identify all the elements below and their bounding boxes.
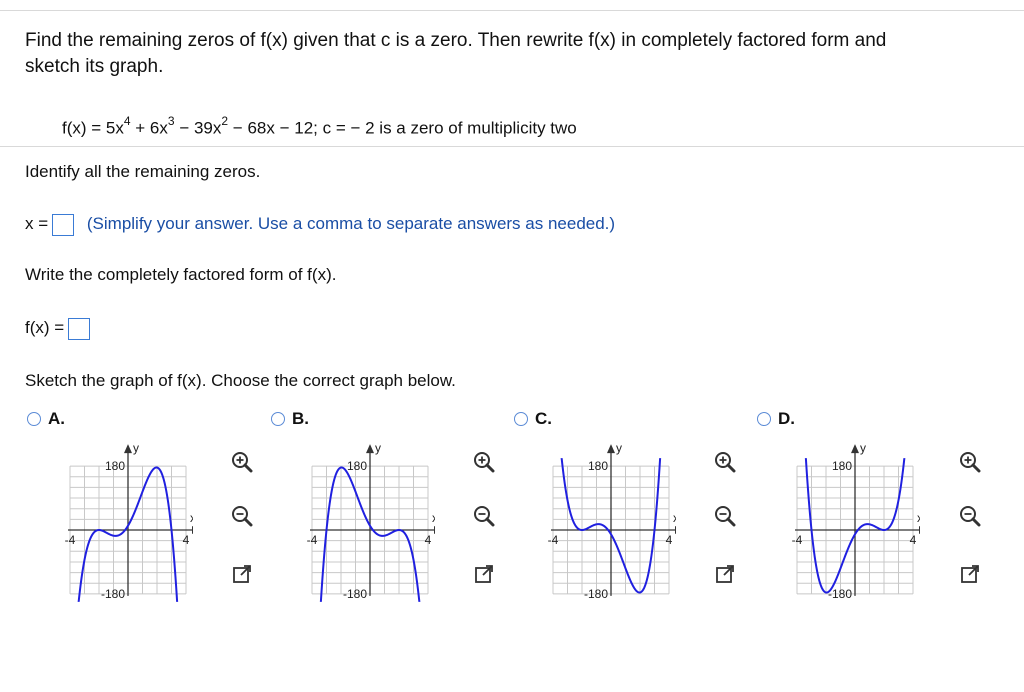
graph-d: yx180-180-4 4 (792, 442, 920, 601)
part1-prompt: Identify all the remaining zeros. (25, 162, 261, 181)
x-axis-arrow (192, 526, 193, 534)
part2-prompt: Write the completely factored form of f(… (25, 265, 337, 284)
x-axis-arrow (675, 526, 676, 534)
x-tick-label-right: 4 (666, 533, 673, 547)
x-axis-arrow (434, 526, 435, 534)
d-zoom-in-icon[interactable] (959, 451, 981, 473)
x-axis-label: x (917, 511, 920, 525)
x-axis-arrow (919, 526, 920, 534)
x-tick-label-right: 4 (183, 533, 190, 547)
option-c[interactable]: C. (514, 409, 552, 429)
x-tick-label-left: -4 (65, 533, 76, 547)
graph-a: y x 180 -180 -4 4 (65, 442, 193, 602)
c-zoom-in-icon[interactable] (714, 451, 736, 473)
x-axis-label: x (190, 511, 193, 525)
y-tick-label-top: 180 (588, 459, 608, 473)
y-axis-arrow (851, 444, 859, 454)
factored-label: f(x) = (25, 318, 65, 337)
x-axis-label: x (432, 511, 435, 525)
x-tick-label-left: -4 (548, 533, 559, 547)
d-zoom-out-icon[interactable] (959, 505, 981, 527)
factored-answer-row: f(x) = (25, 316, 91, 340)
y-tick-label-bottom: -180 (101, 587, 125, 601)
y-tick-label-top: 180 (105, 459, 125, 473)
y-tick-label-top: 180 (832, 459, 852, 473)
option-b-radio[interactable] (271, 412, 285, 426)
y-tick-label-bottom: -180 (343, 587, 367, 601)
c-zoom-out-icon[interactable] (714, 505, 736, 527)
mid-divider (0, 146, 1024, 147)
top-divider (0, 10, 1024, 11)
b-zoom-in-icon[interactable] (473, 451, 495, 473)
y-axis-arrow (366, 444, 374, 454)
a-popout-icon[interactable] (231, 563, 253, 585)
b-zoom-out-icon[interactable] (473, 505, 495, 527)
function-definition: f(x) = 5x4 + 6x3 − 39x2 − 68x − 12; c = … (62, 114, 577, 138)
y-axis-label: y (133, 442, 139, 455)
zeros-hint: (Simplify your answer. Use a comma to se… (86, 214, 616, 233)
y-axis-arrow (124, 444, 132, 454)
a-zoom-in-icon[interactable] (231, 451, 253, 473)
y-tick-label-top: 180 (347, 459, 367, 473)
option-d-radio[interactable] (757, 412, 771, 426)
option-c-radio[interactable] (514, 412, 528, 426)
graph-c: y x 180 -180 -4 4 (548, 442, 676, 601)
x-tick-label-right: 4 (910, 533, 917, 547)
zeros-answer-row: x = (Simplify your answer. Use a comma t… (25, 212, 615, 236)
x-tick-label-left: -4 (307, 533, 318, 547)
option-d[interactable]: D. (757, 409, 795, 429)
x-tick-label-right: 4 (425, 533, 432, 547)
option-a[interactable]: A. (27, 409, 65, 429)
zeros-label: x = (25, 214, 49, 233)
option-a-radio[interactable] (27, 412, 41, 426)
question-line1: Find the remaining zeros of f(x) given t… (25, 30, 887, 51)
d-popout-icon[interactable] (959, 563, 981, 585)
y-axis-arrow (607, 444, 615, 454)
b-popout-icon[interactable] (473, 563, 495, 585)
graph-b: y x 180 -180 -4 4 (307, 442, 435, 602)
y-axis-label: y (375, 442, 381, 455)
x-tick-label-left: -4 (792, 533, 803, 547)
y-axis-label: y (616, 442, 622, 455)
y-axis-label: y (860, 442, 866, 455)
c-popout-icon[interactable] (714, 563, 736, 585)
x-axis-label: x (673, 511, 676, 525)
a-zoom-out-icon[interactable] (231, 505, 253, 527)
option-b[interactable]: B. (271, 409, 309, 429)
part3-prompt: Sketch the graph of f(x). Choose the cor… (25, 371, 456, 390)
zeros-input[interactable] (52, 213, 75, 236)
y-tick-label-bottom: -180 (584, 587, 608, 601)
question-line2: sketch its graph. (25, 56, 164, 77)
factored-input[interactable] (68, 317, 91, 340)
